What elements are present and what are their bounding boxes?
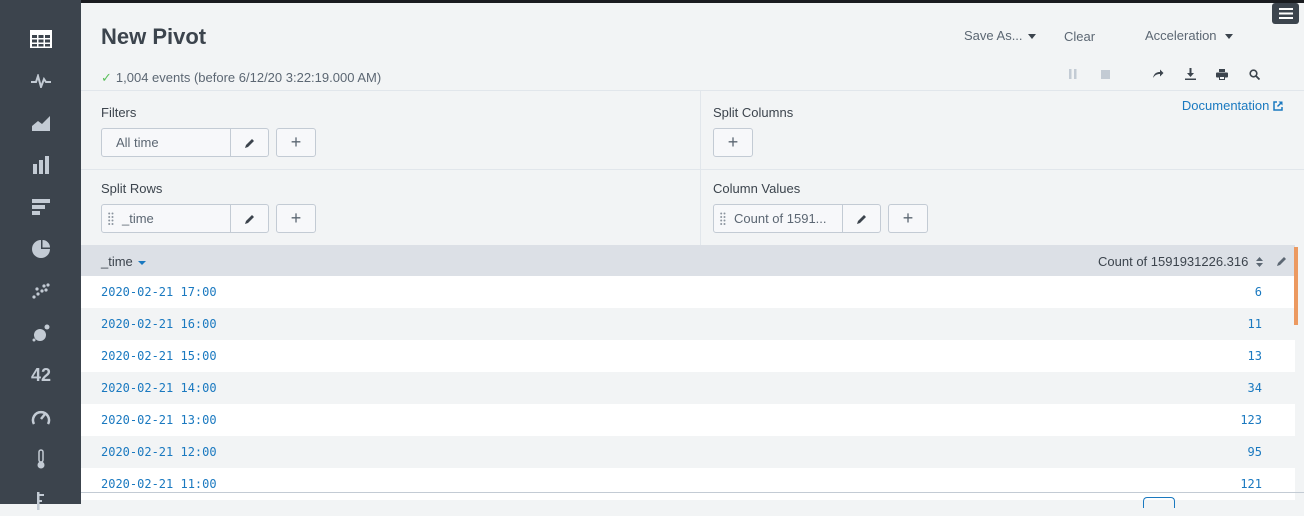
documentation-link[interactable]: Documentation [1182, 98, 1283, 113]
drag-handle-icon[interactable] [714, 212, 730, 226]
hamburger-menu-button[interactable] [1272, 3, 1299, 24]
count-cell[interactable]: 121 [1240, 477, 1262, 491]
bubble-chart-icon[interactable] [20, 318, 62, 348]
save-as-label: Save As... [964, 28, 1023, 43]
table-header: _time Count of 1591931226.316 [81, 245, 1295, 276]
table-row: 2020-02-21 12:00 95 [81, 436, 1295, 468]
event-count-text: 1,004 events (before 6/12/20 3:22:19.000… [115, 70, 382, 85]
documentation-label: Documentation [1181, 98, 1270, 113]
table-row: 2020-02-21 15:00 13 [81, 340, 1295, 372]
count-cell[interactable]: 13 [1248, 349, 1262, 363]
save-as-button[interactable]: Save As... [964, 28, 1036, 43]
time-cell[interactable]: 2020-02-21 16:00 [101, 317, 217, 331]
menu-icon [1278, 8, 1293, 19]
scatter-chart-icon[interactable] [20, 276, 62, 306]
job-status: ✓ 1,004 events (before 6/12/20 3:22:19.00… [101, 70, 381, 86]
time-cell[interactable]: 2020-02-21 14:00 [101, 381, 217, 395]
split-columns-label: Split Columns [713, 105, 794, 120]
time-cell[interactable]: 2020-02-21 12:00 [101, 445, 217, 459]
bottom-divider [81, 492, 1304, 493]
column-value-pill-count[interactable]: Count of 1591... [713, 204, 881, 233]
scroll-indicator[interactable] [1294, 247, 1298, 325]
column-values-label: Column Values [713, 181, 801, 196]
filters-panel: Filters All time + [81, 90, 700, 170]
chevron-down-icon [1027, 34, 1036, 40]
count-cell[interactable]: 11 [1248, 317, 1262, 331]
sort-icon [1256, 257, 1263, 267]
stop-icon[interactable] [1097, 66, 1113, 82]
add-split-column-button[interactable]: + [713, 128, 753, 157]
filler-gauge-icon[interactable] [20, 444, 62, 474]
add-split-row-button[interactable]: + [276, 204, 316, 233]
visualization-sidebar: 42 [0, 0, 81, 510]
sort-desc-icon [137, 260, 146, 265]
count-cell[interactable]: 6 [1255, 285, 1262, 299]
time-cell[interactable]: 2020-02-21 15:00 [101, 349, 217, 363]
column-values-panel: Column Values Count of 1591... + [701, 169, 1304, 246]
edit-column-icon[interactable] [1277, 254, 1287, 269]
table-row: 2020-02-21 16:00 11 [81, 308, 1295, 340]
page-title: New Pivot [101, 24, 207, 49]
time-cell[interactable]: 2020-02-21 17:00 [101, 285, 217, 299]
table-row: 2020-02-21 17:00 6 [81, 276, 1295, 308]
add-filter-button[interactable]: + [276, 128, 316, 157]
split-rows-label: Split Rows [101, 181, 163, 196]
split-rows-panel: Split Rows _time + [81, 169, 700, 246]
pivot-main: New Pivot Save As... Clear Acceleration … [81, 3, 1304, 508]
job-controls [1061, 66, 1271, 82]
split-row-pill-label: _time [122, 211, 154, 226]
share-icon[interactable] [1150, 66, 1166, 82]
table-row: 2020-02-21 11:00 121 [81, 468, 1295, 500]
clear-button[interactable]: Clear [1064, 29, 1095, 44]
chevron-down-icon [1224, 34, 1233, 40]
export-icon[interactable] [1182, 66, 1198, 82]
pencil-icon[interactable] [230, 205, 268, 232]
column-header-time[interactable]: _time [101, 254, 146, 269]
single-value-label: 42 [30, 364, 52, 385]
table-body: 2020-02-21 17:00 6 2020-02-21 16:00 11 202… [81, 276, 1295, 500]
check-icon: ✓ [101, 70, 112, 85]
time-cell[interactable]: 2020-02-21 13:00 [101, 413, 217, 427]
acceleration-button[interactable]: Acceleration [1145, 28, 1233, 43]
area-chart-icon[interactable] [20, 108, 62, 138]
count-cell[interactable]: 95 [1248, 445, 1262, 459]
table-row: 2020-02-21 13:00 123 [81, 404, 1295, 436]
pie-chart-icon[interactable] [20, 234, 62, 264]
filter-pill-all-time[interactable]: All time [101, 128, 269, 157]
activity-icon[interactable] [20, 66, 62, 96]
column-header-count-label: Count of 1591931226.316 [1098, 254, 1249, 269]
split-row-pill-time[interactable]: _time [101, 204, 269, 233]
pause-icon[interactable] [1065, 66, 1081, 82]
table-row: 2020-02-21 14:00 34 [81, 372, 1295, 404]
radial-gauge-icon[interactable] [20, 402, 62, 432]
column-value-pill-label: Count of 1591... [734, 211, 827, 226]
acceleration-label: Acceleration [1145, 28, 1217, 43]
column-chart-icon[interactable] [20, 150, 62, 180]
marker-gauge-icon[interactable] [20, 486, 62, 516]
column-header-time-label: _time [101, 254, 133, 269]
time-cell[interactable]: 2020-02-21 11:00 [101, 477, 217, 491]
filters-label: Filters [101, 105, 137, 120]
table-scrollbar[interactable] [1298, 245, 1304, 504]
add-column-value-button[interactable]: + [888, 204, 928, 233]
count-cell[interactable]: 123 [1240, 413, 1262, 427]
drag-handle-icon[interactable] [102, 212, 118, 226]
pencil-icon[interactable] [230, 129, 268, 156]
inspect-search-icon[interactable] [1246, 66, 1262, 82]
external-link-icon [1273, 101, 1283, 111]
column-header-count[interactable]: Count of 1591931226.316 [1098, 254, 1263, 269]
pagination-control[interactable] [1143, 497, 1175, 508]
filter-pill-label: All time [116, 135, 159, 150]
table-icon[interactable] [20, 24, 62, 54]
panel-divider [700, 90, 701, 245]
count-cell[interactable]: 34 [1248, 381, 1262, 395]
bar-chart-icon[interactable] [20, 192, 62, 222]
single-value-icon[interactable]: 42 [20, 360, 62, 390]
pencil-icon[interactable] [842, 205, 880, 232]
print-icon[interactable] [1214, 66, 1230, 82]
results-table: _time Count of 1591931226.316 2020-02-21… [81, 245, 1295, 500]
